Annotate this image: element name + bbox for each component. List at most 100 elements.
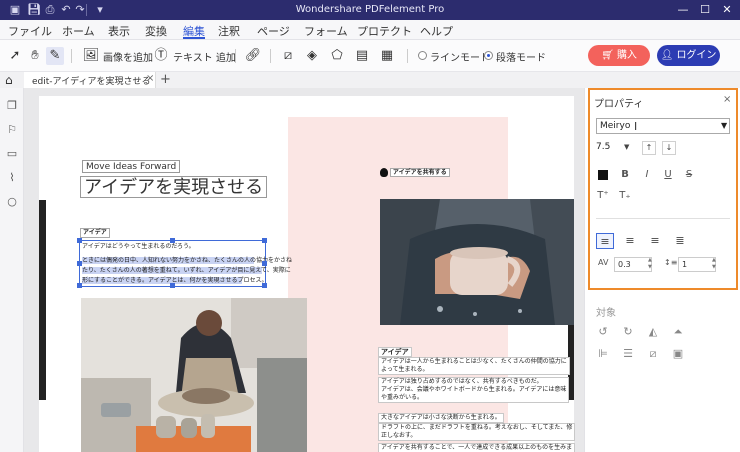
resize-handle[interactable]: [77, 283, 82, 288]
maximize-button[interactable]: ☐: [694, 0, 716, 20]
tab-close-icon[interactable]: ×: [146, 73, 154, 84]
left-sidebar: ❐ ⚐ ▭ ⌇ ○: [0, 88, 24, 452]
line-spacing-icon: ↕≡: [664, 258, 678, 267]
menu-convert[interactable]: 変換: [145, 23, 167, 39]
watermark-icon[interactable]: ◈: [303, 47, 321, 65]
rotate-right-icon[interactable]: ↻: [621, 325, 635, 339]
resize-handle[interactable]: [77, 238, 82, 243]
edit-object-icon[interactable]: ✎: [46, 47, 64, 65]
subscript-button[interactable]: T₊: [618, 189, 632, 203]
add-text-icon[interactable]: Ⓣ: [152, 47, 170, 65]
left-subheading[interactable]: アイデア: [80, 228, 110, 238]
paragraph-mode-radio[interactable]: [484, 51, 493, 60]
link-icon[interactable]: 🔗︎: [244, 47, 262, 65]
menu-help[interactable]: ヘルプ: [420, 23, 453, 39]
flip-vertical-icon[interactable]: ⏶: [671, 325, 685, 339]
decrease-font-size-button[interactable]: ↓: [662, 141, 676, 155]
select-arrow-icon[interactable]: ➚: [6, 47, 24, 65]
attachment-icon[interactable]: ⌇: [6, 172, 18, 184]
close-button[interactable]: ✕: [716, 0, 738, 20]
objects-title: 対象: [596, 308, 616, 319]
resize-handle[interactable]: [262, 238, 267, 243]
align-objects-icon[interactable]: ⊫: [596, 347, 610, 361]
distribute-objects-icon[interactable]: ☰: [621, 347, 635, 361]
align-center-button[interactable]: ≡: [621, 233, 639, 249]
font-size-select[interactable]: 7.5 ▼: [596, 140, 632, 155]
menu-comment[interactable]: 注釈: [218, 23, 240, 39]
background-icon[interactable]: ⬠: [328, 47, 346, 65]
pottery-photo[interactable]: [81, 298, 307, 452]
align-right-button[interactable]: ≡: [646, 233, 664, 249]
menu-home[interactable]: ホーム: [62, 23, 95, 39]
search-icon[interactable]: ○: [6, 196, 18, 208]
properties-close-icon[interactable]: ×: [723, 94, 731, 105]
crop-image-icon[interactable]: ⧄: [646, 347, 660, 361]
line-mode-radio[interactable]: [418, 51, 427, 60]
menu-form[interactable]: フォーム: [304, 23, 348, 39]
bookmark-icon[interactable]: ⚐: [6, 124, 18, 136]
selected-text-block[interactable]: アイデアはどうやって生まれるのだろう。 ときには偶発の日中、人知れない努力をかさ…: [77, 238, 292, 288]
font-size-value: 7.5: [596, 142, 611, 152]
header-footer-icon[interactable]: ▤: [353, 47, 371, 65]
text-block[interactable]: アイデアを共有することで、一人で達成できる成果以上のものを生みま: [378, 443, 576, 452]
superscript-button[interactable]: T⁺: [596, 189, 610, 203]
rotate-left-icon[interactable]: ↺: [596, 325, 610, 339]
divider: [407, 49, 408, 63]
char-spacing-input[interactable]: 0.3: [614, 257, 652, 272]
resize-handle[interactable]: [170, 238, 175, 243]
properties-panel: プロパティ × Meiryo I ▼ 7.5 ▼ ↑ ↓ B I U S T⁺ …: [588, 88, 738, 290]
text-line: アイデアは一人から生まれることは少なく、たくさんの仲間の協力に: [381, 358, 567, 365]
italic-button[interactable]: I: [640, 168, 654, 182]
heading-english[interactable]: Move Ideas Forward: [82, 160, 181, 173]
line-mode-label[interactable]: ラインモード: [430, 49, 490, 64]
paragraph-mode-label[interactable]: 段落モード: [496, 49, 546, 64]
add-image-icon[interactable]: 🖼︎: [82, 47, 100, 65]
menu-page[interactable]: ページ: [257, 23, 290, 39]
underline-button[interactable]: U: [661, 168, 675, 182]
resize-handle[interactable]: [77, 261, 82, 266]
comment-icon[interactable]: ▭: [6, 148, 18, 160]
minimize-button[interactable]: —: [672, 0, 694, 20]
cup-photo[interactable]: [380, 199, 574, 325]
align-left-button[interactable]: ≡: [596, 233, 614, 249]
text-block[interactable]: ドラフトの上に、まだドラフトを重ねる。考えなおし、そしてまた、修 正しなおす。: [378, 423, 576, 441]
resize-handle[interactable]: [262, 261, 267, 266]
login-button[interactable]: 👤︎ ログイン: [657, 45, 720, 66]
menu-view[interactable]: 表示: [108, 23, 130, 39]
align-justify-button[interactable]: ≣: [671, 233, 689, 249]
text-block[interactable]: 大きなアイデアは小さな決断から生まれる。: [378, 413, 504, 423]
tab-document[interactable]: edit-アイディアを実現させる ×: [24, 72, 156, 88]
login-label: ログイン: [676, 50, 717, 61]
menu-file[interactable]: ファイル: [8, 23, 52, 39]
add-image-label[interactable]: 画像を追加: [103, 49, 153, 64]
bold-button[interactable]: B: [618, 168, 632, 182]
thumbnails-icon[interactable]: ❐: [6, 100, 18, 112]
right-subheading[interactable]: アイデア: [378, 347, 412, 357]
home-icon[interactable]: ⌂: [5, 73, 13, 87]
replace-image-icon[interactable]: ▣: [671, 347, 685, 361]
heading-japanese[interactable]: アイデアを実現させる: [80, 176, 268, 198]
flip-horizontal-icon[interactable]: ◭: [646, 325, 660, 339]
strikethrough-button[interactable]: S: [682, 168, 696, 182]
text-color-swatch[interactable]: [598, 170, 608, 180]
text-block[interactable]: アイデアは独り占めするのではなく、共有するべきものだ。 アイデアは、会議やホワイ…: [378, 377, 570, 403]
share-idea-label-row[interactable]: アイデアを共有する: [380, 168, 450, 177]
resize-handle[interactable]: [262, 283, 267, 288]
resize-handle[interactable]: [170, 283, 175, 288]
new-tab-button[interactable]: +: [160, 72, 171, 87]
buy-button[interactable]: 🛒︎ 購入: [588, 45, 650, 66]
line-spacing-input[interactable]: 1: [678, 257, 716, 272]
font-family-select[interactable]: Meiryo I ▼: [596, 118, 730, 134]
menu-protect[interactable]: プロテクト: [357, 23, 412, 39]
hand-icon[interactable]: ✋︎: [26, 47, 44, 65]
crop-icon[interactable]: ⧄: [279, 47, 297, 65]
text-block[interactable]: アイデアは一人から生まれることは少なく、たくさんの仲間の協力に よって生まれる。: [378, 357, 570, 375]
bates-number-icon[interactable]: ▦: [378, 47, 396, 65]
increase-font-size-button[interactable]: ↑: [642, 141, 656, 155]
properties-title: プロパティ: [594, 99, 644, 110]
spin-arrows-icon[interactable]: ▲ ▼: [712, 257, 716, 271]
text-line: アイデアは独り占めするのではなく、共有するべきものだ。: [381, 378, 543, 385]
menu-edit[interactable]: 編集: [183, 23, 205, 39]
add-text-label[interactable]: テキスト 追加: [173, 49, 236, 64]
spin-arrows-icon[interactable]: ▲ ▼: [648, 257, 652, 271]
